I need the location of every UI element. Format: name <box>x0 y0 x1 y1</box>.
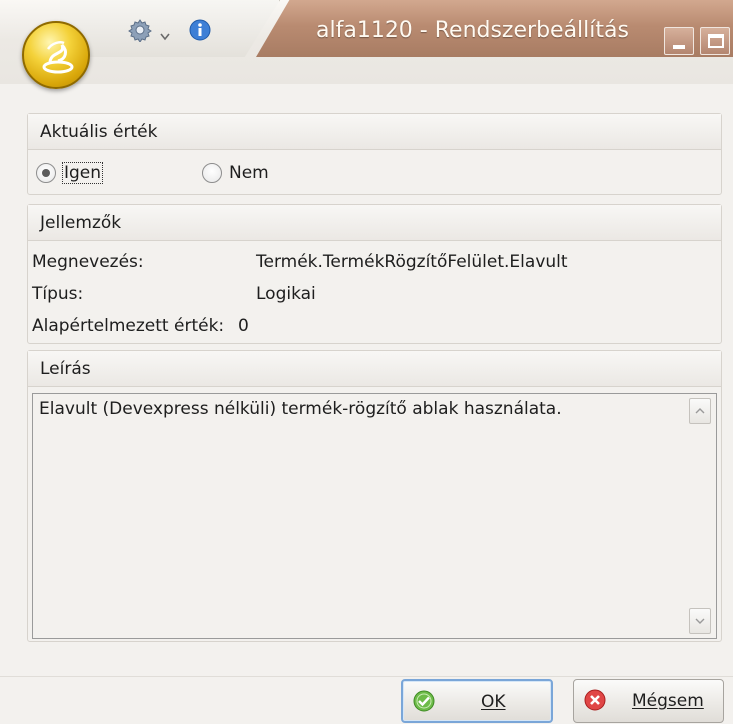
minimize-icon <box>673 45 685 49</box>
ok-button[interactable]: OK <box>401 679 553 723</box>
property-default-label: Alapértelmezett érték: <box>32 316 225 336</box>
property-type-label: Típus: <box>32 284 84 304</box>
properties-header: Jellemzők <box>28 205 721 241</box>
settings-dialog: alfa1120 - Rendszerbeállítás Aktuális ér… <box>0 0 733 724</box>
cancel-button[interactable]: Mégsem <box>573 679 724 723</box>
property-default-value: 0 <box>238 316 249 336</box>
radio-igen[interactable]: Igen <box>36 160 104 186</box>
window-title: alfa1120 - Rendszerbeállítás <box>316 18 629 43</box>
current-value-group: Aktuális érték Igen Nem <box>27 113 722 195</box>
gear-icon[interactable] <box>128 18 152 47</box>
property-type-value: Logikai <box>256 284 316 304</box>
description-group: Leírás Elavult (Devexpress nélküli) term… <box>27 350 722 642</box>
ok-button-label: OK <box>481 692 506 712</box>
property-name-value: Termék.TermékRögzítőFelület.Elavult <box>256 252 568 272</box>
scroll-up-button[interactable] <box>689 398 711 424</box>
description-header: Leírás <box>28 351 721 387</box>
check-icon <box>413 690 435 717</box>
property-name-label: Megnevezés: <box>32 252 144 272</box>
cancel-button-label: Mégsem <box>632 691 704 711</box>
current-value-header: Aktuális érték <box>28 114 721 150</box>
radio-igen-label[interactable]: Igen <box>61 162 104 184</box>
maximize-icon <box>708 34 724 48</box>
minimize-button[interactable] <box>664 27 694 55</box>
info-icon[interactable] <box>188 18 212 47</box>
scroll-down-button[interactable] <box>689 608 711 634</box>
app-orb-icon[interactable] <box>22 21 90 89</box>
radio-nem-label[interactable]: Nem <box>229 163 269 183</box>
quick-access-toolbar <box>60 0 280 57</box>
description-memo[interactable]: Elavult (Devexpress nélküli) termék-rögz… <box>32 393 717 639</box>
cancel-icon <box>584 689 606 716</box>
chevron-down-icon[interactable] <box>160 26 170 46</box>
maximize-button[interactable] <box>700 27 730 55</box>
chevron-down-icon <box>695 618 705 624</box>
description-text: Elavult (Devexpress nélküli) termék-rögz… <box>39 399 562 419</box>
title-bar: alfa1120 - Rendszerbeállítás <box>0 0 733 84</box>
chevron-up-icon <box>695 408 705 414</box>
footer-divider <box>0 676 733 677</box>
radio-nem-button[interactable] <box>202 163 222 183</box>
properties-group: Jellemzők Megnevezés: Termék.TermékRögzí… <box>27 204 722 344</box>
radio-nem[interactable]: Nem <box>202 160 269 186</box>
radio-igen-button[interactable] <box>36 163 56 183</box>
